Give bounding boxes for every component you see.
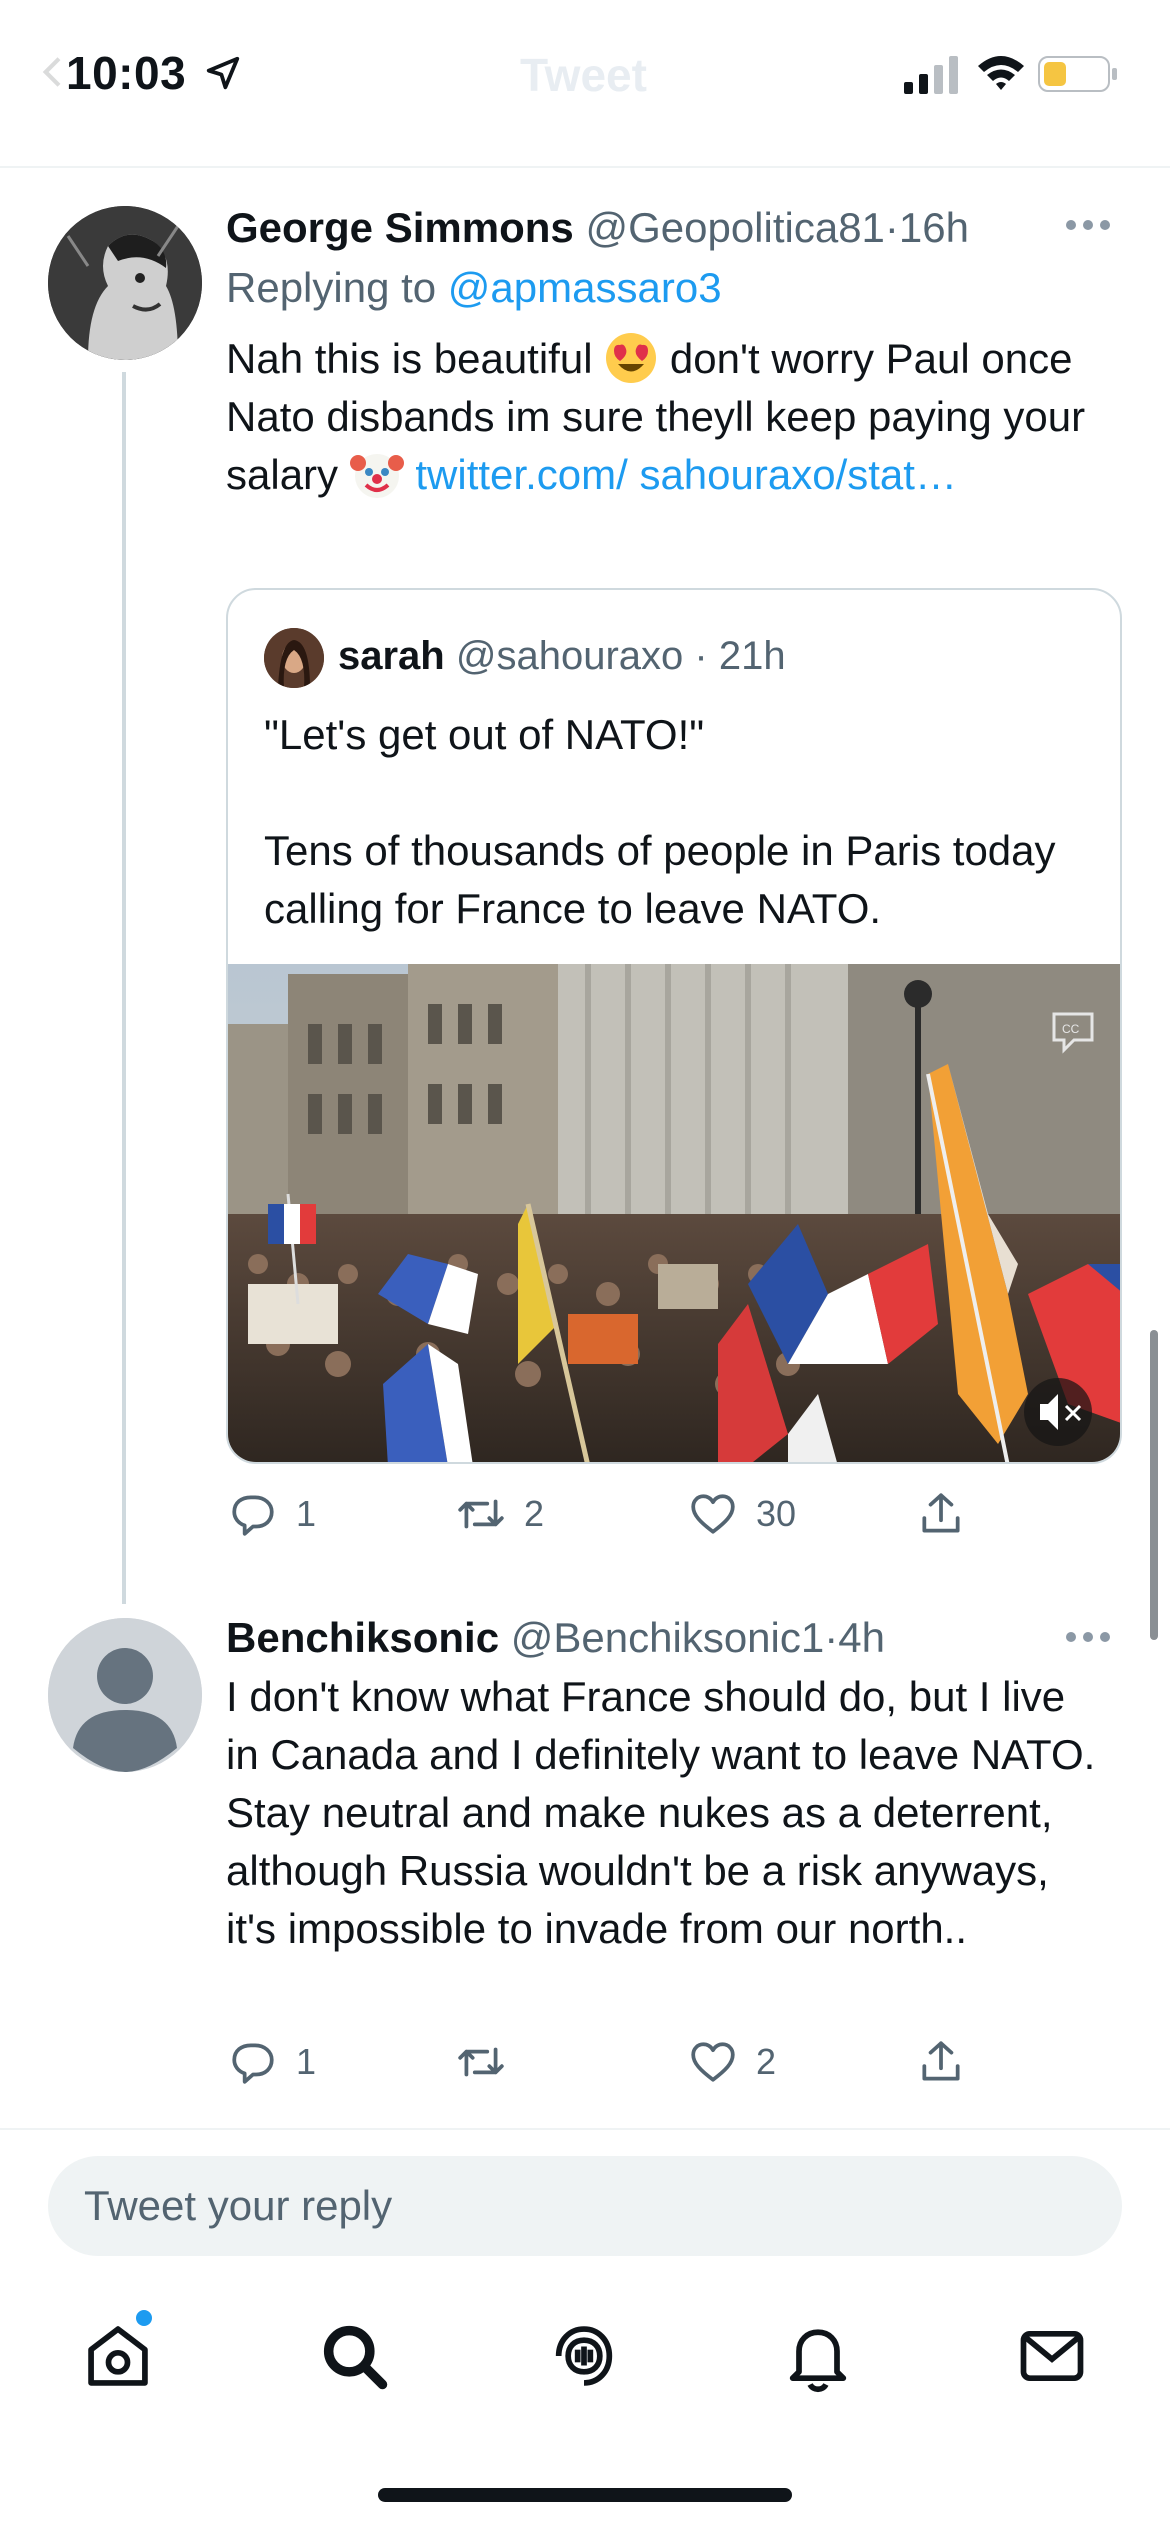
tweet-header: Benchiksonic @Benchiksonic1·4h (226, 1614, 885, 1662)
retweet-icon[interactable] (456, 1489, 506, 1539)
tweet-header: George Simmons @Geopolitica81·16h (226, 204, 969, 252)
scroll-indicator[interactable] (1150, 1330, 1158, 1640)
home-icon[interactable] (80, 2318, 156, 2394)
reply-count: 1 (296, 2041, 317, 2082)
like-action[interactable]: 2 (688, 2034, 776, 2090)
quote-text: "Let's get out of NATO!" Tens of thousan… (264, 711, 1056, 932)
retweet-action[interactable]: 2 (456, 1486, 544, 1542)
wifi-icon (978, 56, 1024, 90)
tab-messages[interactable] (1014, 2318, 1090, 2394)
quote-author-name: sarah (338, 634, 445, 678)
replying-to-label: Replying to (226, 264, 437, 311)
heart-icon[interactable] (688, 2037, 738, 2087)
retweet-action[interactable] (456, 2034, 524, 2090)
heart-icon[interactable] (688, 1489, 738, 1539)
reply-icon[interactable] (228, 2037, 278, 2087)
more-options-icon[interactable] (1064, 1630, 1112, 1644)
svg-text:CC: CC (1062, 1022, 1080, 1036)
protest-video[interactable]: CC (228, 964, 1122, 1464)
like-count: 30 (756, 1493, 797, 1534)
search-icon[interactable] (316, 2318, 392, 2394)
header-title: Tweet (520, 49, 647, 101)
status-time: 10:03 (66, 47, 187, 99)
spaces-icon[interactable] (546, 2318, 622, 2394)
tweet-time: 16h (898, 204, 969, 251)
retweet-icon[interactable] (456, 2037, 506, 2087)
tab-notifications[interactable] (780, 2318, 856, 2394)
notifications-icon[interactable] (780, 2318, 856, 2394)
author-name[interactable]: George Simmons (226, 204, 574, 251)
share-action[interactable] (916, 1486, 966, 1542)
more-options-icon[interactable] (1064, 218, 1112, 232)
avatar[interactable] (48, 206, 202, 360)
home-indicator[interactable] (378, 2488, 792, 2502)
tweet-link[interactable]: twitter.com/ sahouraxo/stat… (415, 451, 957, 498)
messages-icon[interactable] (1014, 2318, 1090, 2394)
reply-count: 1 (296, 1493, 317, 1534)
heart-eyes-emoji (606, 333, 657, 383)
separator-dot: · (824, 1614, 839, 1661)
reply-icon[interactable] (228, 1489, 278, 1539)
tab-search[interactable] (316, 2318, 392, 2394)
quote-avatar[interactable] (264, 628, 324, 688)
reply-input[interactable] (48, 2156, 1122, 2256)
cellular-signal-icon (904, 56, 958, 94)
composer-divider (0, 2128, 1170, 2130)
tweet-text-part-1: Nah this is beautiful (226, 335, 593, 382)
avatar[interactable] (48, 1618, 202, 1772)
retweet-count: 2 (524, 1493, 545, 1534)
share-icon[interactable] (916, 2037, 966, 2087)
reply-action[interactable]: 1 (228, 2034, 316, 2090)
tweet-text: I don't know what France should do, but … (226, 1673, 1096, 1952)
mute-icon[interactable] (1024, 1378, 1092, 1446)
quoted-tweet[interactable]: sarah @sahouraxo · 21h "Let's get out of… (226, 588, 1122, 1464)
separator-dot: · (683, 634, 719, 678)
quote-author-handle: @sahouraxo (455, 634, 684, 678)
header-divider (0, 166, 1170, 168)
like-count: 2 (756, 2041, 777, 2082)
author-handle[interactable]: @Benchiksonic1 (511, 1614, 824, 1661)
tab-spaces[interactable] (546, 2318, 622, 2394)
separator-dot: · (884, 204, 899, 251)
quote-header: sarah @sahouraxo · 21h (338, 634, 786, 679)
like-action[interactable]: 30 (688, 1486, 796, 1542)
clown-emoji (349, 454, 404, 498)
reply-action[interactable]: 1 (228, 1486, 316, 1542)
thread-line (122, 372, 126, 1604)
replying-to-handle[interactable]: @apmassaro3 (448, 264, 722, 311)
quote-time: 21h (718, 634, 786, 678)
tab-home[interactable] (80, 2318, 156, 2394)
location-arrow-icon (206, 56, 240, 90)
tweet-text: Nah this is beautiful don't worry Paul o… (226, 330, 1106, 504)
tweet-time: 4h (838, 1614, 885, 1661)
replying-to: Replying to @apmassaro3 (226, 264, 722, 312)
status-bar: Tweet 10:03 (0, 0, 1170, 160)
new-content-dot (136, 2310, 152, 2326)
author-handle[interactable]: @Geopolitica81 (585, 204, 884, 251)
share-action[interactable] (916, 2034, 966, 2090)
battery-icon (1038, 56, 1117, 92)
share-icon[interactable] (916, 1489, 966, 1539)
author-name[interactable]: Benchiksonic (226, 1614, 499, 1661)
